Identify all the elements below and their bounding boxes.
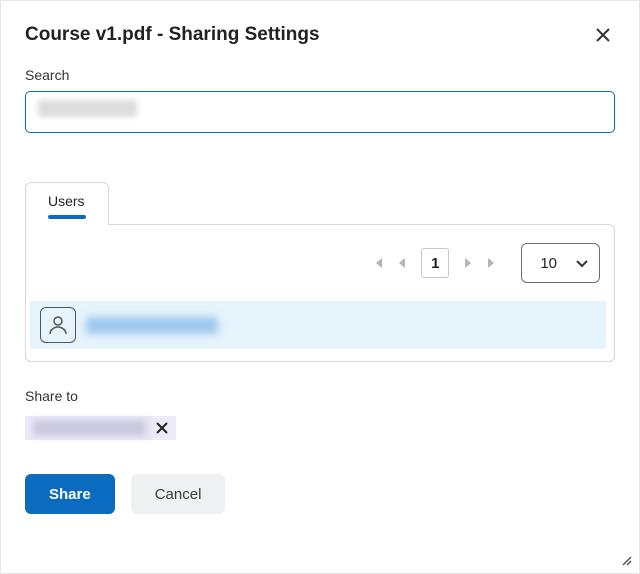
share-chip: █████████ ██ bbox=[25, 416, 176, 440]
close-button[interactable] bbox=[591, 23, 615, 47]
tab-users[interactable]: Users bbox=[25, 182, 109, 225]
avatar bbox=[40, 307, 76, 343]
dialog-header: Course v1.pdf - Sharing Settings bbox=[1, 1, 639, 57]
page-size-value: 10 bbox=[540, 255, 557, 272]
share-chip-text: █████████ ██ bbox=[33, 420, 146, 436]
share-button[interactable]: Share bbox=[25, 474, 115, 514]
close-icon bbox=[595, 27, 611, 43]
tabs-container: Users 1 10 bbox=[25, 181, 615, 362]
tab-users-label: Users bbox=[48, 193, 86, 209]
page-current[interactable]: 1 bbox=[421, 248, 449, 278]
page-size-select[interactable]: 10 bbox=[521, 243, 600, 283]
page-last-button[interactable] bbox=[483, 251, 501, 275]
chip-remove-button[interactable] bbox=[154, 420, 170, 436]
dialog-body-scroll[interactable]: Search ██████████ Users 1 bbox=[1, 57, 639, 557]
pagination-row: 1 10 bbox=[26, 225, 614, 301]
user-row[interactable]: █████ ███████ bbox=[30, 301, 606, 349]
user-icon bbox=[46, 313, 70, 337]
user-name: █████ ███████ bbox=[86, 317, 218, 334]
chevron-down-icon bbox=[575, 256, 589, 270]
search-input[interactable]: ██████████ bbox=[25, 91, 615, 133]
page-first-button[interactable] bbox=[369, 251, 387, 275]
share-to-label: Share to bbox=[25, 388, 615, 404]
scroll-spacer bbox=[25, 514, 615, 557]
share-to-section: Share to █████████ ██ bbox=[25, 388, 615, 440]
search-label: Search bbox=[25, 67, 615, 83]
page-prev-icon bbox=[396, 257, 408, 269]
cancel-button[interactable]: Cancel bbox=[131, 474, 226, 514]
footer-actions: Share Cancel bbox=[25, 474, 615, 514]
page-next-icon bbox=[462, 257, 474, 269]
page-prev-button[interactable] bbox=[393, 251, 411, 275]
page-next-button[interactable] bbox=[459, 251, 477, 275]
tab-active-indicator bbox=[48, 215, 86, 219]
page-first-icon bbox=[372, 257, 384, 269]
page-last-icon bbox=[486, 257, 498, 269]
dialog-title: Course v1.pdf - Sharing Settings bbox=[25, 24, 320, 46]
users-panel: 1 10 █████ ███████ bbox=[25, 224, 615, 362]
close-icon bbox=[155, 421, 169, 435]
search-input-value: ██████████ bbox=[38, 100, 137, 117]
tab-row: Users bbox=[25, 181, 615, 224]
